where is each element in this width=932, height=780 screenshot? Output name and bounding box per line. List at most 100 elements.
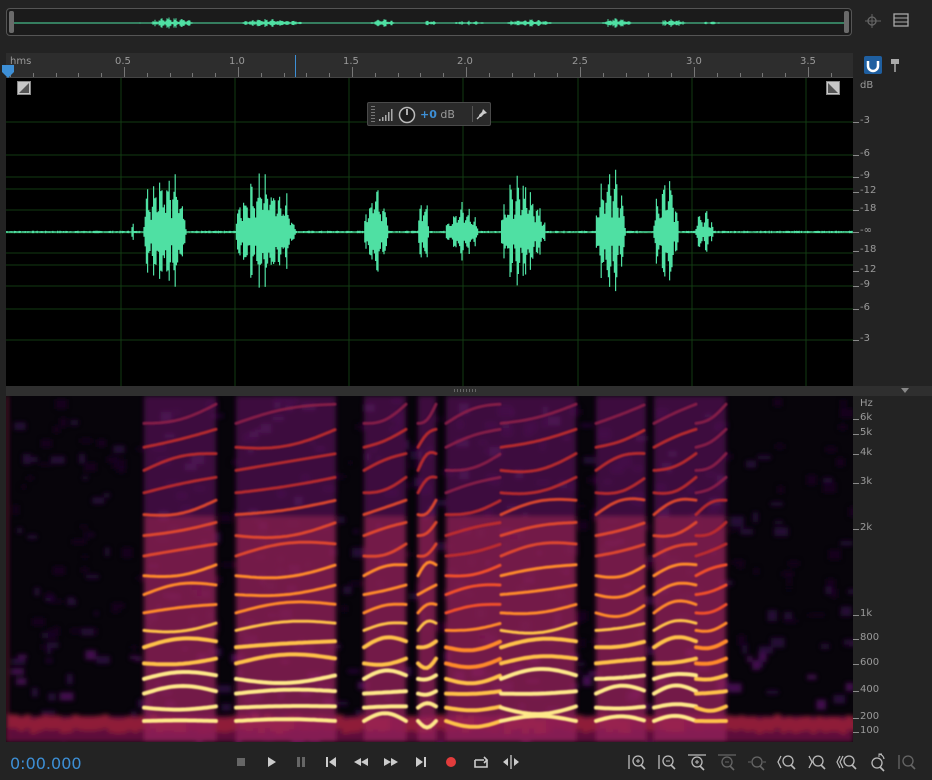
pause-icon — [297, 757, 305, 767]
record-button[interactable] — [441, 752, 461, 772]
db-scale-tick — [853, 251, 859, 252]
zoom-out-full-icon — [836, 755, 857, 770]
hz-scale-label: 400 — [860, 684, 880, 695]
zoom-in-right-icon — [808, 755, 826, 770]
ruler-tick-label: 3.5 — [800, 56, 816, 67]
move-to-end-button[interactable] — [411, 752, 431, 772]
zoom-out-full-button[interactable] — [836, 752, 858, 772]
db-scale-tick — [853, 271, 859, 272]
play-icon — [268, 757, 276, 767]
hud-gain-control[interactable]: +0 dB — [367, 102, 491, 126]
hz-scale-tick — [853, 419, 859, 420]
record-icon — [446, 757, 456, 767]
chevron-down-icon[interactable] — [901, 388, 909, 394]
hz-scale-tick — [853, 718, 859, 719]
db-scale-label: -6 — [860, 302, 870, 313]
amplitude-scale[interactable]: dB -3 -6 -9 -12 -18 -∞ -18 -12 -9 -6 -3 — [853, 78, 932, 386]
zoom-in-frequency-icon — [898, 755, 916, 770]
transport-bar: 0:00.000 — [0, 742, 932, 780]
zoom-out-amplitude-icon — [658, 755, 676, 770]
frequency-scale[interactable]: Hz 6k 5k 4k 3k 2k 1k 800 600 400 200 100 — [853, 396, 932, 742]
loop-playback-button[interactable] — [471, 752, 491, 772]
zoom-selection-button[interactable] — [746, 752, 768, 772]
pin-icon — [891, 59, 899, 72]
db-scale-label: -18 — [860, 203, 877, 214]
spectrogram-graphic — [6, 396, 853, 742]
db-scale-tick — [853, 122, 859, 123]
overview-right-handle[interactable] — [844, 11, 849, 33]
gain-value: +0 — [420, 108, 437, 121]
hz-scale-tick — [853, 664, 859, 665]
pin-hud-icon[interactable] — [476, 108, 488, 120]
hz-scale-tick — [853, 529, 859, 530]
db-scale-label: -3 — [860, 333, 870, 344]
panel-divider[interactable] — [6, 386, 932, 396]
spectral-frequency-display[interactable] — [6, 396, 853, 742]
ruler-tick-label: 2.0 — [457, 56, 473, 67]
overview-navigator[interactable] — [6, 8, 852, 36]
fade-in-handle-icon[interactable] — [17, 81, 31, 95]
db-scale-label: -12 — [860, 185, 877, 196]
zoom-in-left-icon — [777, 755, 796, 770]
fast-forward-button[interactable] — [381, 752, 401, 772]
move-to-start-button[interactable] — [321, 752, 341, 772]
marker-pin-button[interactable] — [886, 56, 904, 74]
zoom-out-time-button[interactable] — [716, 752, 738, 772]
zoom-to-selection-button[interactable] — [866, 752, 888, 772]
hz-scale-tick — [853, 483, 859, 484]
hz-scale-tick — [853, 732, 859, 733]
hud-separator — [472, 106, 473, 122]
gain-knob-icon[interactable] — [398, 106, 416, 124]
db-scale-tick — [853, 286, 859, 287]
hz-scale-label: 100 — [860, 725, 880, 736]
hz-scale-label: 4k — [860, 447, 873, 458]
db-scale-label: -3 — [860, 115, 870, 126]
playhead-handle-icon[interactable] — [2, 65, 14, 79]
hud-grip[interactable] — [371, 106, 375, 122]
play-button[interactable] — [261, 752, 281, 772]
db-scale-tick — [853, 309, 859, 310]
skip-silence-button[interactable] — [501, 752, 521, 772]
overview-left-handle[interactable] — [9, 11, 14, 33]
magnet-icon — [866, 61, 880, 73]
rewind-button[interactable] — [351, 752, 371, 772]
hz-scale-label: 3k — [860, 476, 873, 487]
db-scale-label: -∞ — [860, 225, 872, 236]
hz-scale-tick — [853, 454, 859, 455]
stop-button[interactable] — [231, 752, 251, 772]
fast-forward-icon — [384, 758, 398, 766]
divider-grip[interactable] — [454, 389, 476, 392]
zoom-in-time-button[interactable] — [686, 752, 708, 772]
zoom-extent-icon[interactable] — [862, 12, 884, 34]
hz-scale-label: 600 — [860, 657, 880, 668]
hz-scale-tick — [853, 639, 859, 640]
db-scale-tick — [853, 177, 859, 178]
zoom-in-amplitude-icon — [628, 755, 646, 770]
hz-scale-label: 1k — [860, 608, 873, 619]
rewind-icon — [354, 758, 368, 766]
db-scale-label: -6 — [860, 148, 870, 159]
zoom-in-right-button[interactable] — [806, 752, 828, 772]
hz-scale-tick — [853, 615, 859, 616]
zoom-in-amplitude-button[interactable] — [626, 752, 648, 772]
snap-toggle[interactable] — [864, 56, 882, 74]
gain-readout[interactable]: +0 dB — [420, 108, 455, 121]
db-scale-tick — [853, 192, 859, 193]
playhead-marker[interactable] — [295, 55, 296, 77]
gain-unit: dB — [440, 108, 455, 121]
ruler-tick-label: 0.5 — [115, 56, 131, 67]
pause-button[interactable] — [291, 752, 311, 772]
zoom-out-time-icon — [718, 754, 736, 771]
loop-icon — [474, 756, 489, 768]
db-scale-tick — [853, 232, 859, 233]
panel-menu-icon[interactable] — [890, 12, 912, 32]
zoom-out-amplitude-button[interactable] — [656, 752, 678, 772]
fade-out-handle-icon[interactable] — [826, 81, 840, 95]
current-time-display[interactable]: 0:00.000 — [10, 754, 82, 773]
time-ruler[interactable]: hms 0.5 1.0 1.5 2.0 2.5 3.0 3.5 — [2, 53, 853, 78]
skip-icon — [503, 755, 519, 769]
zoom-in-frequency-button[interactable] — [896, 752, 918, 772]
db-scale-tick — [853, 340, 859, 341]
zoom-in-left-button[interactable] — [776, 752, 798, 772]
ruler-tick-label: 1.5 — [343, 56, 359, 67]
